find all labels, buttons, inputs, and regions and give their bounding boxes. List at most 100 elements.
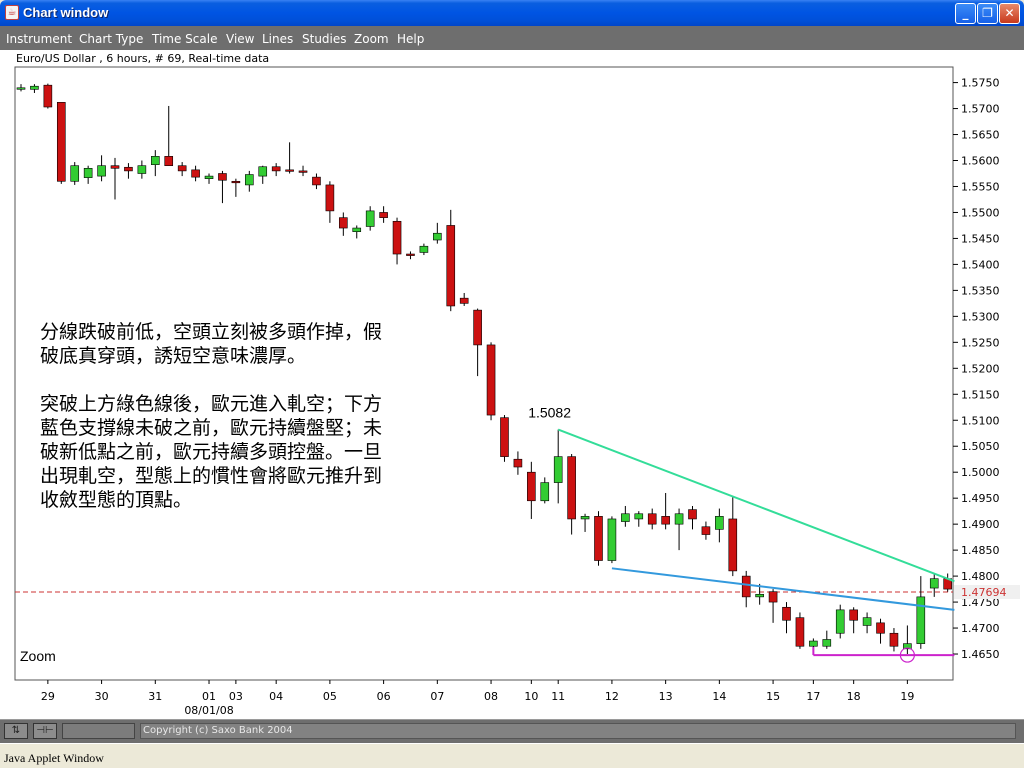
candle-down <box>782 606 791 621</box>
x-tick-label: 30 <box>95 690 109 703</box>
candle-down <box>124 166 133 172</box>
candle-down <box>164 156 174 167</box>
candle-down <box>56 102 66 182</box>
window-title: Chart window <box>23 5 109 20</box>
candle-down <box>43 84 53 108</box>
candle-up <box>634 513 644 520</box>
candle-down <box>446 225 456 307</box>
candle-down <box>191 169 200 178</box>
candle-up <box>540 482 550 502</box>
x-tick-label: 31 <box>148 690 162 703</box>
x-tick-label: 10 <box>524 690 538 703</box>
candle-down <box>392 220 402 255</box>
x-tick-label: 29 <box>41 690 55 703</box>
candle-up <box>30 85 39 90</box>
java-cup-icon: ☕ <box>5 5 19 20</box>
scroll-slot[interactable] <box>62 723 135 739</box>
candle-down <box>701 526 711 535</box>
chart-area[interactable]: Euro/US Dollar , 6 hours, # 69, Real-tim… <box>0 50 1024 719</box>
x-tick-label: 03 <box>229 690 243 703</box>
menu-time-scale[interactable]: Time Scale <box>152 32 217 46</box>
y-tick-label: 1.4900 <box>961 518 1000 531</box>
high-price-label: 1.5082 <box>528 405 571 421</box>
y-tick-label: 1.5750 <box>961 77 1000 90</box>
menu-studies[interactable]: Studies <box>302 32 347 46</box>
y-tick-label: 1.5150 <box>961 388 1000 401</box>
maximize-button[interactable]: ❐ <box>977 3 998 24</box>
menu-lines[interactable]: Lines <box>262 32 293 46</box>
y-axis: 1.5750 1.5700 1.5650 1.5600 1.5550 1.5500 1.54… <box>953 77 1000 661</box>
candle-down <box>728 518 738 572</box>
candle-down <box>339 217 348 229</box>
y-tick-label: 1.5400 <box>961 258 1000 271</box>
minimize-button[interactable]: _ <box>955 3 976 24</box>
candle-down <box>527 471 536 502</box>
annotation-line: 藍色支撐線未破之前，歐元持續盤堅；未 <box>40 417 382 439</box>
close-button[interactable]: ✕ <box>999 3 1020 24</box>
menu-help[interactable]: Help <box>397 32 424 46</box>
candlestick-chart[interactable]: Euro/US Dollar , 6 hours, # 69, Real-tim… <box>0 50 1024 719</box>
candle-up <box>365 210 375 227</box>
candle-down <box>298 170 308 173</box>
zoom-label[interactable]: Zoom <box>20 648 56 664</box>
status-text: Java Applet Window <box>4 751 104 765</box>
x-tick-label: 13 <box>659 690 673 703</box>
candle-down <box>325 184 335 212</box>
y-tick-label: 1.5050 <box>961 440 1000 453</box>
y-tick-label: 1.5650 <box>961 129 1000 142</box>
x-tick-label: 04 <box>269 690 283 703</box>
candle-up <box>674 513 684 525</box>
x-tick-label: 11 <box>551 690 565 703</box>
candle-up <box>916 596 926 644</box>
candle-up <box>755 593 764 598</box>
candle-up <box>822 639 832 647</box>
candle-down <box>513 458 523 468</box>
candle-up <box>258 166 268 177</box>
candle-up <box>862 617 872 626</box>
annotation-line: 出現軋空，型態上的慣性會將歐元推升到 <box>40 465 382 487</box>
candle-up <box>553 456 563 483</box>
menu-chart-type[interactable]: Chart Type <box>79 32 143 46</box>
move-icon[interactable]: ⊣⊢ <box>33 723 57 739</box>
candle-down <box>661 516 670 525</box>
candle-down <box>500 417 509 457</box>
pan-icon[interactable]: ⇅ <box>4 723 28 739</box>
candle-down <box>795 617 805 647</box>
title-bar[interactable]: ☕ Chart window _ ❐ ✕ <box>0 0 1024 26</box>
candle-up <box>245 174 254 186</box>
candle-down <box>177 165 187 172</box>
menu-zoom[interactable]: Zoom <box>354 32 389 46</box>
candle-down <box>312 176 321 186</box>
copyright-text: Copyright (c) Saxo Bank 2004 <box>140 723 1016 739</box>
x-tick-label: 17 <box>806 690 820 703</box>
annotation-line: 破底真穿頭，誘短空意味濃厚。 <box>40 345 306 367</box>
x-tick-label: 01 <box>202 690 216 703</box>
annotation-line: 破新低點之前，歐元持續多頭控盤。一旦 <box>40 441 382 463</box>
y-tick-label: 1.5100 <box>961 414 1000 427</box>
candle-down <box>876 622 885 634</box>
status-bar: Java Applet Window <box>0 743 1024 768</box>
menu-instrument[interactable]: Instrument <box>6 32 72 46</box>
x-tick-label: 07 <box>430 690 444 703</box>
y-tick-label: 1.5700 <box>961 103 1000 116</box>
y-tick-label: 1.4950 <box>961 492 1000 505</box>
y-tick-label: 1.4700 <box>961 622 1000 635</box>
candle-up <box>204 175 214 179</box>
x-tick-label: 18 <box>847 690 861 703</box>
candle-down <box>849 609 858 621</box>
x-tick-label: 14 <box>712 690 726 703</box>
y-tick-label: 1.5000 <box>961 466 1000 479</box>
candle-down <box>218 173 227 181</box>
x-tick-label: 08 <box>484 690 498 703</box>
candle-up <box>70 165 80 182</box>
candle-down <box>285 169 294 172</box>
y-tick-label: 1.5450 <box>961 232 1000 245</box>
candle-up <box>580 516 590 520</box>
candle-down <box>889 632 899 647</box>
candle-up <box>97 165 106 177</box>
y-tick-label: 1.4650 <box>961 648 1000 661</box>
candle-up <box>419 245 429 253</box>
menu-view[interactable]: View <box>226 32 254 46</box>
candle-down <box>567 456 576 520</box>
candle-down <box>486 344 496 416</box>
